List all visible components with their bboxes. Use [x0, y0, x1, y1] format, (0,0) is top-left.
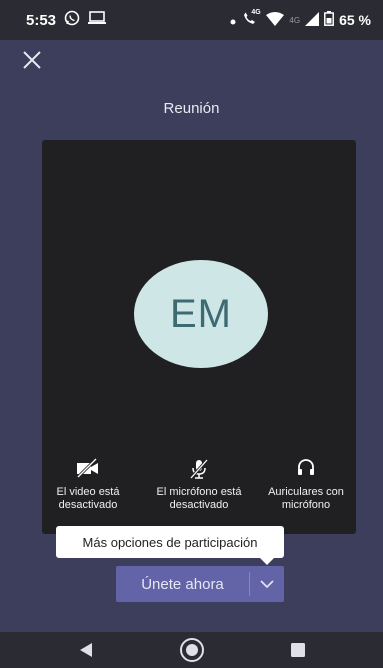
status-bar: 5:53 4G 4G 65 %: [0, 0, 383, 40]
battery-icon: [324, 11, 335, 29]
cast-icon: [88, 11, 107, 29]
mic-off-icon: [146, 458, 252, 480]
signal-icon: [305, 11, 320, 29]
call-signal-icon: 4G: [241, 8, 261, 30]
back-button[interactable]: [72, 636, 100, 664]
join-options-dropdown[interactable]: [250, 566, 284, 602]
dot-icon: [230, 12, 236, 28]
avatar: EM: [134, 260, 268, 368]
back-icon: [79, 643, 92, 657]
whatsapp-icon: [64, 10, 80, 30]
network-4g-label: 4G: [251, 8, 261, 16]
page-title: Reunión: [163, 100, 220, 117]
home-button[interactable]: [178, 636, 206, 664]
join-now-button[interactable]: Únete ahora: [116, 566, 249, 602]
wifi-icon: [266, 11, 285, 29]
microphone-toggle[interactable]: El micrófono está desactivado: [146, 458, 252, 512]
close-button[interactable]: [18, 46, 46, 74]
headset-label: Auriculares con micrófono: [268, 486, 344, 511]
chevron-down-icon: [260, 580, 274, 589]
headset-toggle[interactable]: Auriculares con micrófono: [256, 458, 356, 512]
headset-icon: [256, 458, 356, 480]
battery-percent: 65 %: [339, 12, 371, 28]
video-toggle[interactable]: El video está desactivado: [48, 457, 128, 512]
join-button-group: Únete ahora: [116, 566, 284, 602]
video-label: El video está desactivado: [56, 486, 120, 511]
participation-tooltip: Más opciones de participación: [56, 526, 284, 565]
microphone-label: El micrófono está desactivado: [156, 486, 242, 511]
video-preview: EM El video está desactivado El micrófon…: [42, 140, 356, 534]
android-nav-bar: [0, 632, 383, 668]
clock: 5:53: [26, 11, 57, 29]
recents-icon: [290, 643, 305, 657]
recents-button[interactable]: [284, 636, 312, 664]
signal-4g-label: 4G: [289, 15, 301, 25]
home-icon: [179, 638, 204, 662]
video-off-icon: [48, 457, 128, 480]
close-icon: [23, 51, 41, 69]
